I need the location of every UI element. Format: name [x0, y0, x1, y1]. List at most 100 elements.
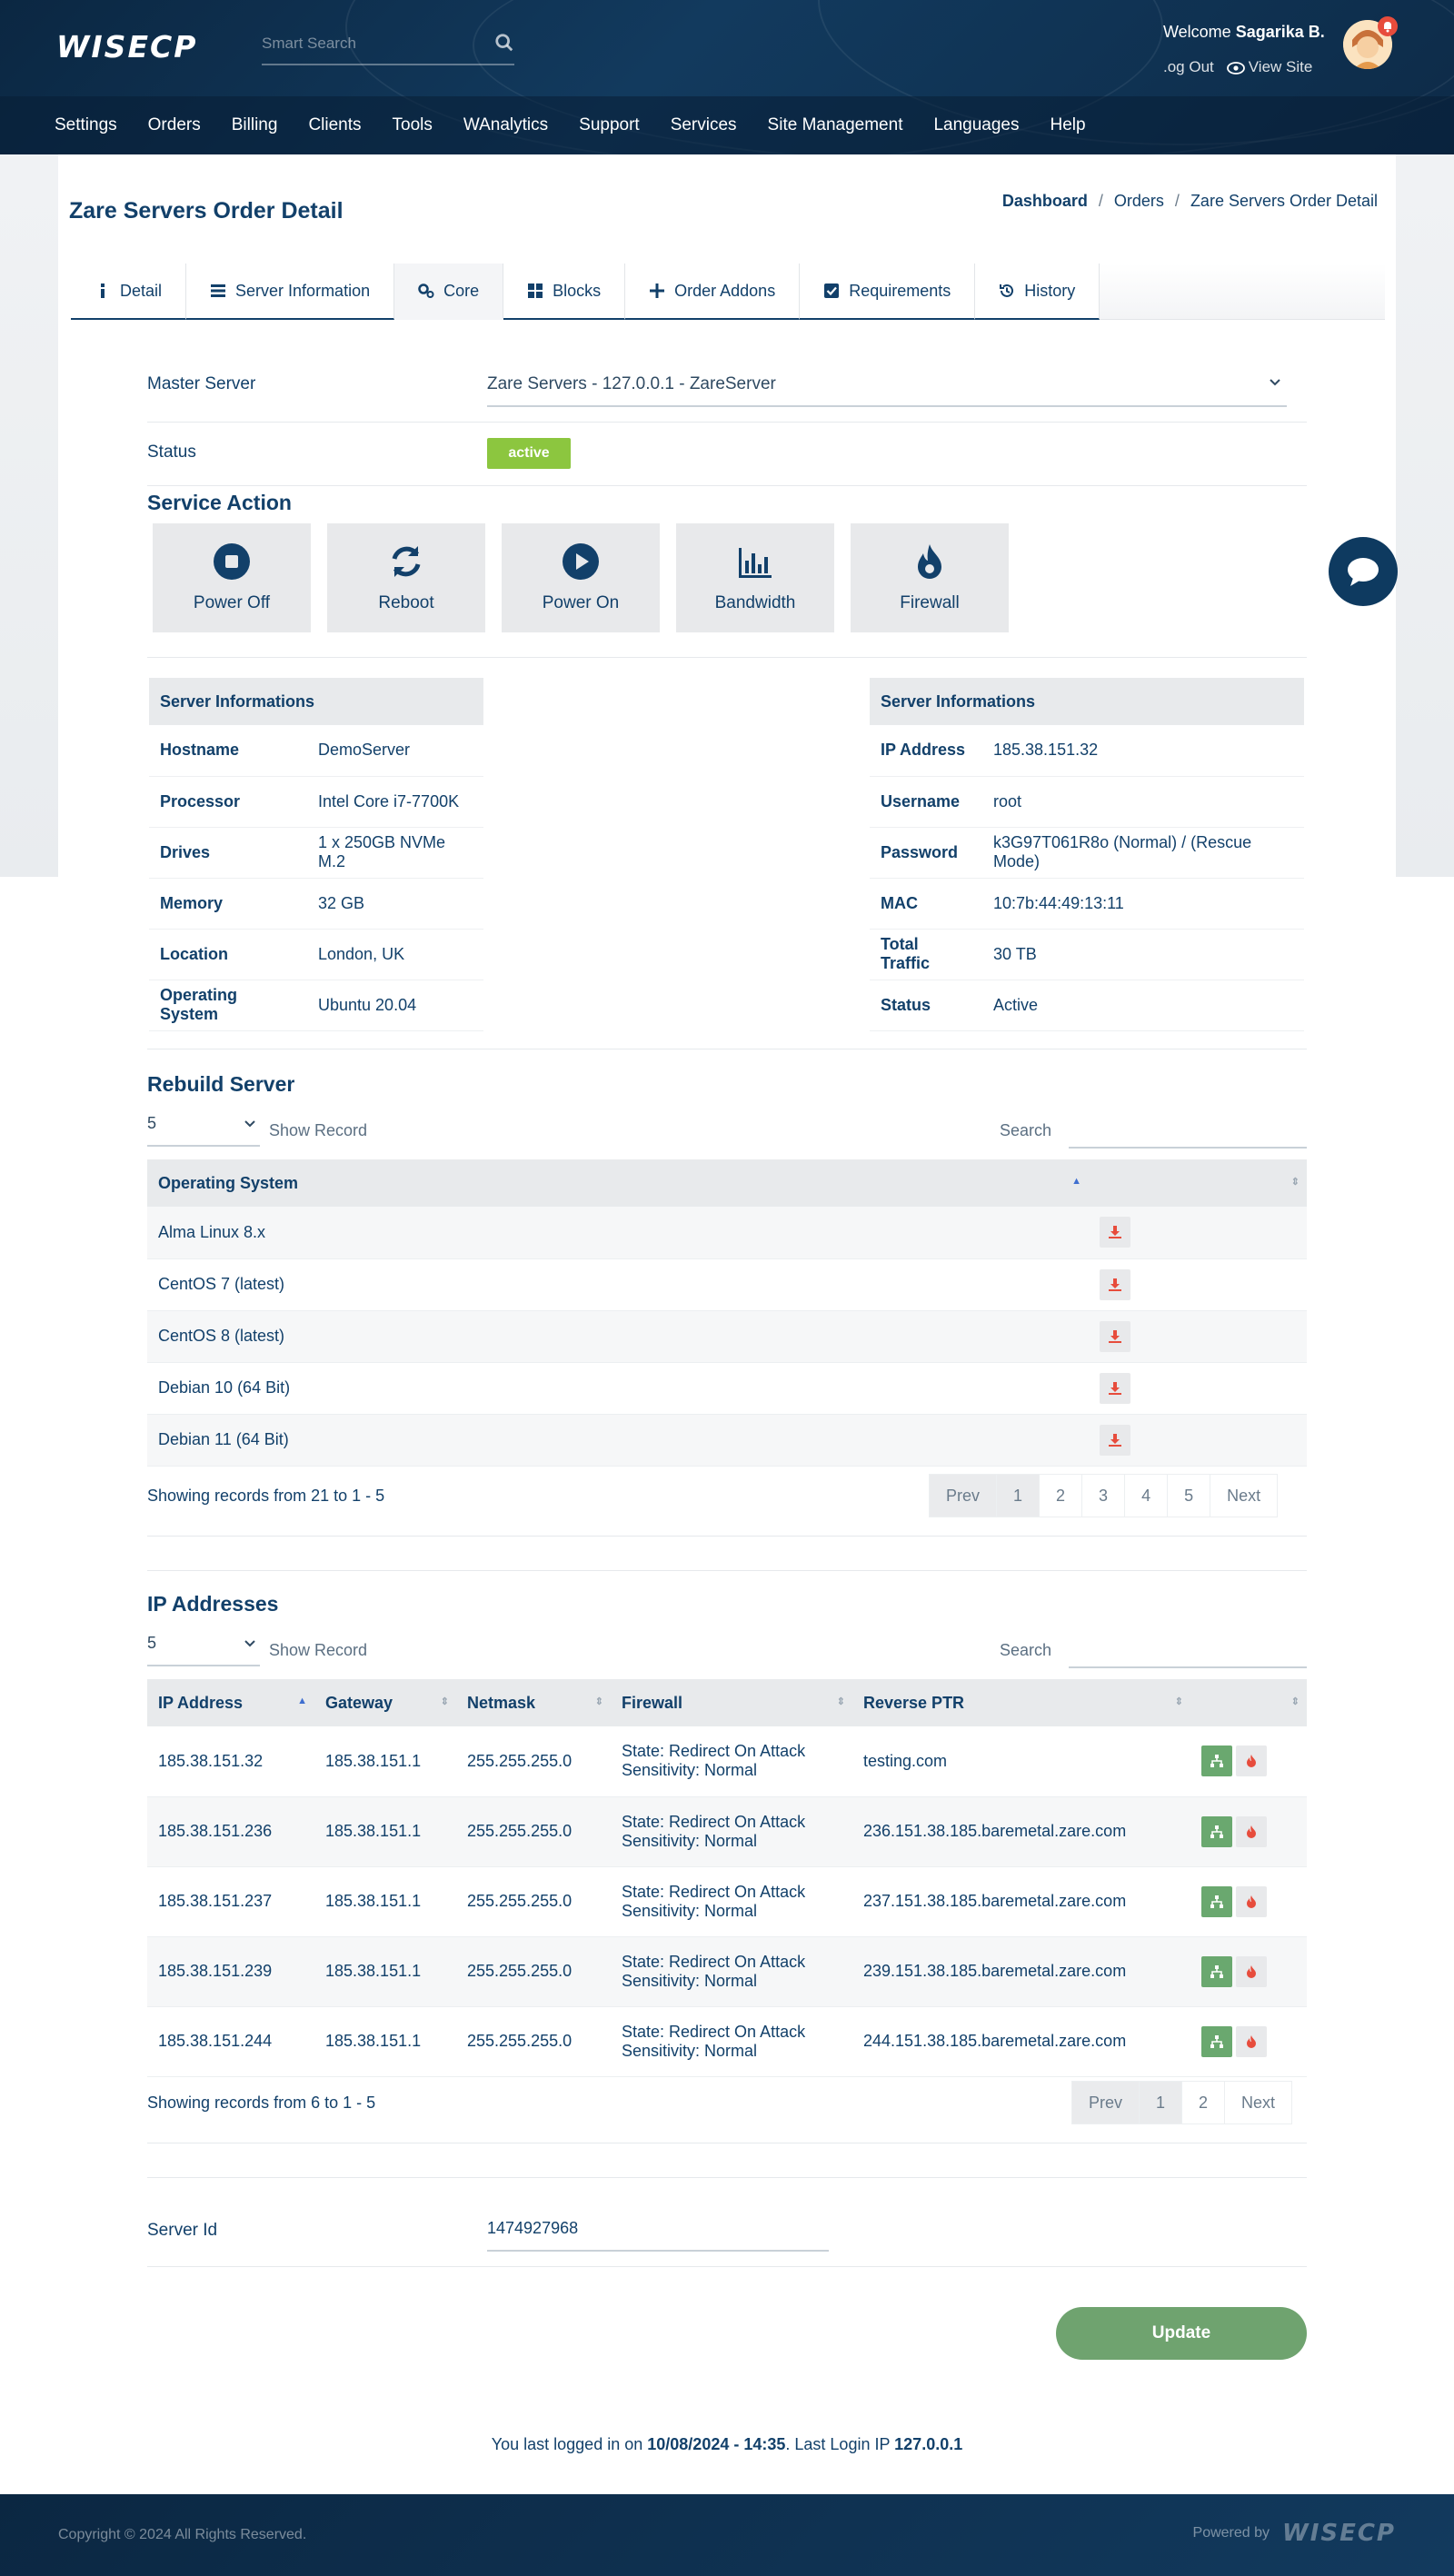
tab-label: Order Addons: [674, 281, 776, 300]
search-icon[interactable]: [494, 33, 514, 53]
tab-history[interactable]: History: [975, 264, 1100, 320]
nav-languages[interactable]: Languages: [933, 115, 1019, 135]
pagination-prev[interactable]: Prev: [1071, 2081, 1140, 2124]
tab-core[interactable]: Core: [394, 264, 504, 320]
pagination-page-2[interactable]: 2: [1181, 2081, 1226, 2124]
pagination-prev[interactable]: Prev: [929, 1474, 998, 1517]
nav-billing[interactable]: Billing: [232, 115, 278, 135]
nav-services[interactable]: Services: [671, 115, 737, 135]
main-nav: Settings Orders Billing Clients Tools WA…: [0, 96, 1454, 154]
download-icon[interactable]: [1100, 1320, 1130, 1352]
network-icon[interactable]: [1201, 1746, 1232, 1777]
server-info-table-right: Server Informations IP Address 185.38.151…: [870, 678, 1304, 1031]
reverse-ptr-cell: testing.com: [852, 1726, 1190, 1797]
ip-length-select[interactable]: 5: [147, 1630, 260, 1666]
nav-orders[interactable]: Orders: [148, 115, 201, 135]
server-id-input[interactable]: 1474927968: [487, 2210, 829, 2252]
download-icon[interactable]: [1100, 1217, 1130, 1248]
info-key: Processor: [149, 776, 307, 828]
wisecp-logo[interactable]: WISECP: [56, 29, 197, 65]
info-value: k3G97T061R8o (Normal) / (Rescue Mode): [982, 827, 1304, 879]
column-header-actions[interactable]: ⇕: [1089, 1159, 1307, 1207]
nav-site-management[interactable]: Site Management: [768, 115, 903, 135]
tab-blocks[interactable]: Blocks: [503, 264, 626, 320]
download-icon[interactable]: [1100, 1424, 1130, 1456]
network-icon[interactable]: [1201, 1815, 1232, 1847]
download-cell: [1089, 1207, 1307, 1259]
nav-help[interactable]: Help: [1051, 115, 1086, 135]
divider: [147, 1536, 1307, 1537]
user-name: Sagarika B.: [1235, 23, 1325, 41]
column-header-gateway[interactable]: Gateway ⇕: [314, 1679, 456, 1726]
reboot-button[interactable]: Reboot: [327, 523, 485, 632]
smart-search-input[interactable]: [262, 27, 480, 60]
nav-tools[interactable]: Tools: [393, 115, 433, 135]
breadcrumb-orders[interactable]: Orders: [1114, 192, 1164, 211]
firewall-sensitivity: Sensitivity: Normal: [622, 1901, 758, 1920]
network-icon[interactable]: [1201, 2025, 1232, 2057]
fire-icon[interactable]: [1236, 1815, 1267, 1847]
nav-wanalytics[interactable]: WAnalytics: [463, 115, 548, 135]
nav-clients[interactable]: Clients: [308, 115, 361, 135]
tab-order-addons[interactable]: Order Addons: [625, 264, 801, 320]
pagination-page-4[interactable]: 4: [1124, 1474, 1169, 1517]
info-key: MAC: [870, 878, 982, 930]
power-on-button[interactable]: Power On: [502, 523, 660, 632]
tab-requirements[interactable]: Requirements: [800, 264, 976, 320]
logout-link[interactable]: .og Out: [1163, 58, 1214, 76]
netmask-cell: 255.255.255.0: [456, 1796, 611, 1867]
column-header-reverse-ptr[interactable]: Reverse PTR ⇕: [852, 1679, 1190, 1726]
column-header-actions[interactable]: ⇕: [1190, 1679, 1307, 1726]
column-header-ip-address[interactable]: IP Address ▲: [147, 1679, 314, 1726]
fire-icon[interactable]: [1236, 2025, 1267, 2057]
firewall-button[interactable]: Firewall: [851, 523, 1009, 632]
reverse-ptr-cell: 244.151.38.185.baremetal.zare.com: [852, 2006, 1190, 2077]
sort-icon: ⇕: [836, 1696, 845, 1707]
chevron-down-icon: [244, 1640, 255, 1647]
firewall-cell: State: Redirect On Attack Sensitivity: No…: [611, 1796, 852, 1867]
action-label: Power On: [542, 593, 620, 612]
breadcrumb-dashboard[interactable]: Dashboard: [1002, 192, 1088, 211]
notification-bell-icon[interactable]: [1378, 16, 1398, 36]
footer-logo[interactable]: WISECP: [1282, 2520, 1396, 2547]
network-icon[interactable]: [1201, 1885, 1232, 1917]
pagination-page-3[interactable]: 3: [1081, 1474, 1126, 1517]
column-header-netmask[interactable]: Netmask ⇕: [456, 1679, 611, 1726]
fire-icon[interactable]: [1236, 1885, 1267, 1917]
pagination-page-1[interactable]: 1: [996, 1474, 1041, 1517]
bandwidth-button[interactable]: Bandwidth: [676, 523, 834, 632]
nav-support[interactable]: Support: [579, 115, 640, 135]
update-button[interactable]: Update: [1056, 2307, 1307, 2360]
action-label: Firewall: [900, 593, 960, 612]
nav-settings[interactable]: Settings: [55, 115, 117, 135]
pagination-page-5[interactable]: 5: [1167, 1474, 1211, 1517]
fire-icon[interactable]: [1236, 1955, 1267, 1987]
download-icon[interactable]: [1100, 1268, 1130, 1300]
view-site-link[interactable]: View Site: [1226, 58, 1312, 76]
column-header-operating-system[interactable]: Operating System ▲: [147, 1159, 1089, 1207]
column-header-firewall[interactable]: Firewall ⇕: [611, 1679, 852, 1726]
fire-icon[interactable]: [1236, 1746, 1267, 1777]
master-server-select[interactable]: Zare Servers - 127.0.0.1 - ZareServer: [487, 367, 1287, 407]
download-icon[interactable]: [1100, 1372, 1130, 1404]
info-key: Hostname: [149, 725, 307, 777]
tab-label: Detail: [120, 281, 163, 300]
tab-detail[interactable]: Detail: [71, 264, 187, 320]
pagination-page-1[interactable]: 1: [1139, 2081, 1183, 2124]
pagination-next[interactable]: Next: [1224, 2081, 1293, 2124]
rebuild-length-select[interactable]: 5: [147, 1110, 260, 1147]
breadcrumb-current: Zare Servers Order Detail: [1190, 192, 1378, 210]
power-off-button[interactable]: Power Off: [153, 523, 311, 632]
gateway-cell: 185.38.151.1: [314, 1796, 456, 1867]
last-login-ip: 127.0.0.1: [894, 2435, 963, 2453]
rebuild-search-input[interactable]: [1069, 1118, 1307, 1149]
live-chat-button[interactable]: [1329, 537, 1398, 606]
info-key: Total Traffic: [870, 929, 982, 980]
network-icon[interactable]: [1201, 1955, 1232, 1987]
history-icon: [1000, 283, 1014, 297]
tab-server-information[interactable]: Server Information: [186, 264, 395, 320]
pagination-page-2[interactable]: 2: [1039, 1474, 1083, 1517]
ip-search-input[interactable]: [1069, 1637, 1307, 1668]
pagination-next[interactable]: Next: [1210, 1474, 1279, 1517]
eye-icon: [1226, 61, 1245, 75]
